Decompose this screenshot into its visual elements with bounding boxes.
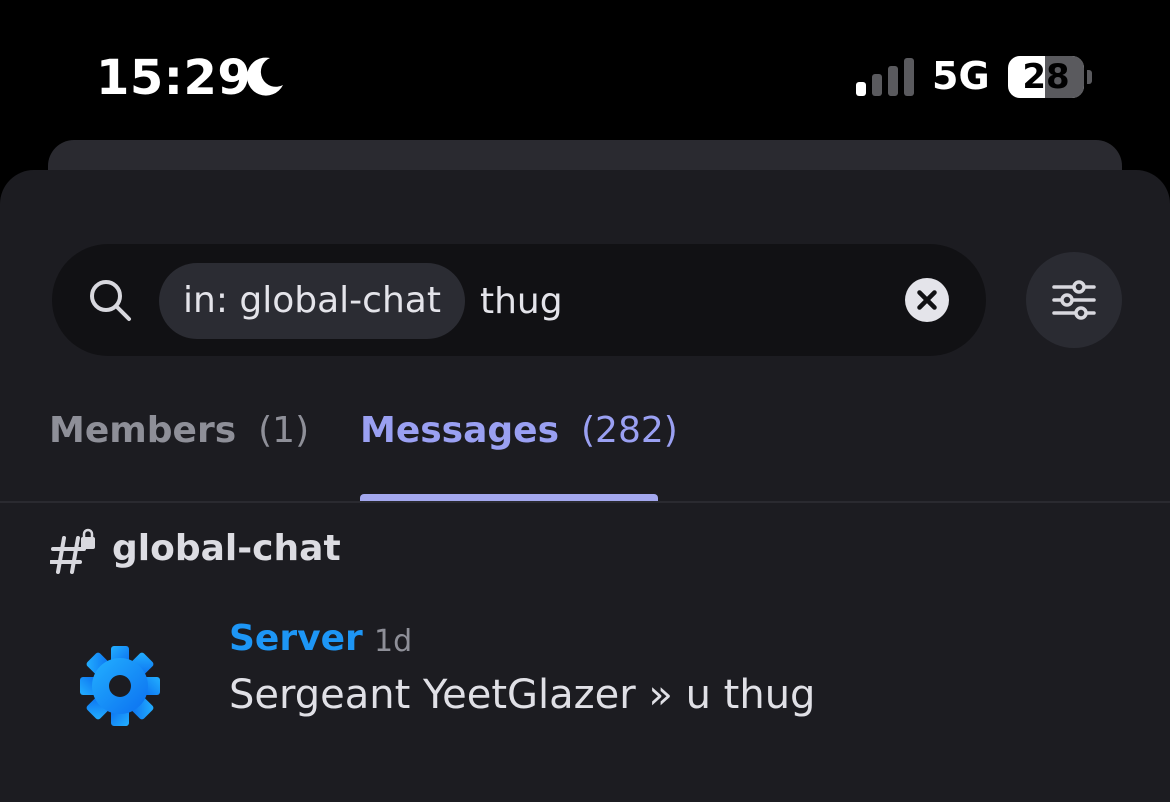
tab-messages-label: Messages [360,410,560,451]
search-filters-button[interactable] [1026,252,1122,348]
battery-cap [1087,70,1092,84]
message-text: Sergeant YeetGlazer » u thug [229,672,816,718]
status-bar: 15:29 5G 28 [0,0,1170,150]
active-tab-indicator [360,494,658,501]
close-circle-icon [905,278,949,322]
tab-members-label: Members [49,410,237,451]
locked-hashtag-icon [50,528,95,574]
tab-messages[interactable]: Messages (282) [360,410,678,451]
tab-members[interactable]: Members (1) [49,410,309,451]
channel-filter-chip[interactable]: in: global-chat [159,263,465,339]
moon-icon [246,57,283,96]
clear-search-button[interactable] [904,277,950,323]
tab-members-count: (1) [258,410,310,451]
tab-messages-count: (282) [581,410,678,451]
channel-name: global-chat [112,528,341,569]
signal-icon [856,58,914,96]
status-time: 15:29 [96,50,252,106]
battery-icon: 28 [1008,56,1084,98]
gear-icon [80,646,160,726]
message-timestamp: 1d [374,624,413,659]
network-type: 5G [932,54,990,98]
message-result[interactable]: Server 1d Sergeant YeetGlazer » u thug [0,600,1170,760]
sliders-icon [1052,280,1096,320]
search-icon [90,280,131,321]
tabs-divider [0,501,1170,503]
battery-percent: 28 [1022,57,1070,97]
search-input[interactable] [480,270,880,332]
message-author[interactable]: Server [229,618,363,659]
